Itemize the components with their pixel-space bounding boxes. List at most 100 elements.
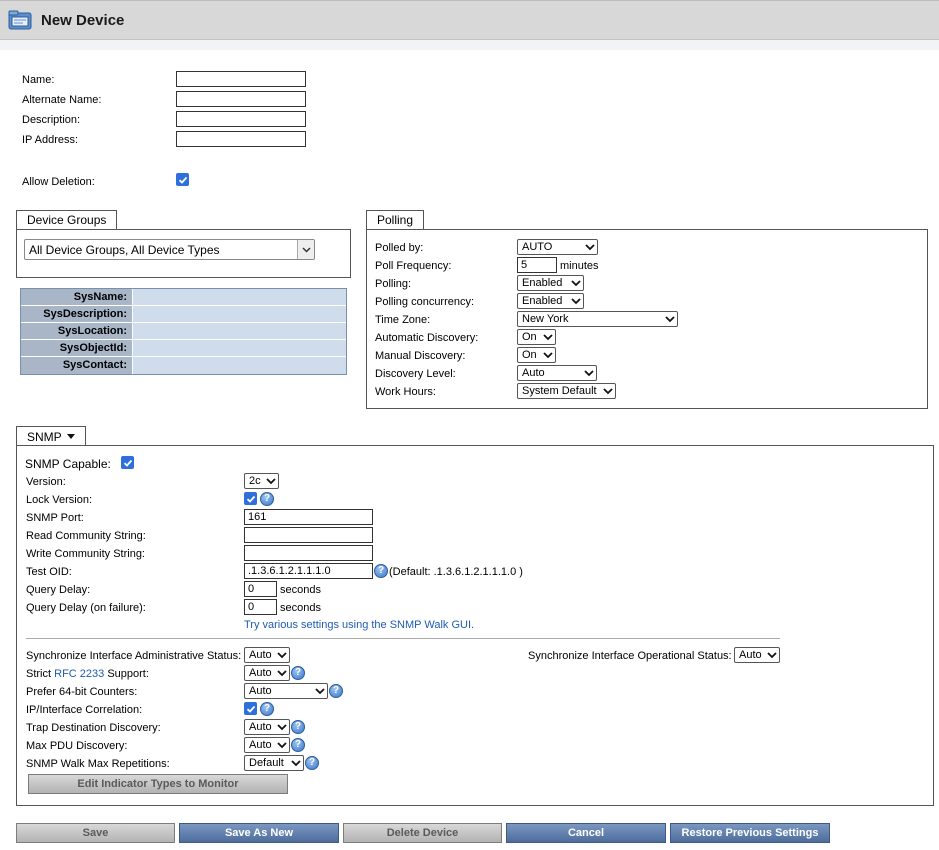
- sys-value: [133, 323, 346, 339]
- prefer-64bit-select[interactable]: Auto: [244, 683, 328, 699]
- help-icon[interactable]: ?: [291, 720, 305, 734]
- sys-value: [133, 357, 346, 374]
- table-row: SysName:: [21, 289, 346, 306]
- manual-discovery-label: Manual Discovery:: [375, 350, 466, 362]
- polling-concurrency-label: Polling concurrency:: [375, 296, 475, 308]
- snmp-capable-label: SNMP Capable:: [25, 457, 111, 471]
- polling-label: Polling:: [375, 278, 412, 290]
- device-groups-select[interactable]: All Device Groups, All Device Types: [24, 239, 315, 260]
- sync-admin-status-select[interactable]: Auto: [244, 647, 290, 663]
- table-row: SysObjectId:: [21, 340, 346, 357]
- chevron-down-icon: [277, 724, 287, 731]
- manual-discovery-select[interactable]: On: [517, 347, 556, 363]
- polled-by-select[interactable]: AUTO: [517, 239, 598, 255]
- restore-previous-settings-button[interactable]: Restore Previous Settings: [670, 823, 830, 843]
- query-delay-failure-input[interactable]: [244, 599, 277, 615]
- chevron-down-icon: [315, 688, 325, 695]
- chevron-down-icon: [543, 334, 553, 341]
- help-icon[interactable]: ?: [260, 492, 274, 506]
- alternate-name-input[interactable]: [176, 91, 306, 107]
- save-button[interactable]: Save: [16, 823, 175, 843]
- checkmark-icon: [123, 459, 132, 467]
- delete-device-button[interactable]: Delete Device: [343, 823, 502, 843]
- polling-concurrency-select[interactable]: Enabled: [517, 293, 584, 309]
- polling-value: Enabled: [522, 277, 563, 289]
- table-row: SysDescription:: [21, 306, 346, 323]
- caret-down-icon: [66, 433, 75, 439]
- discovery-level-select[interactable]: Auto: [517, 365, 597, 381]
- snmp-walk-link[interactable]: Try various settings using the SNMP Walk…: [244, 618, 474, 632]
- help-icon[interactable]: ?: [291, 666, 305, 680]
- help-icon[interactable]: ?: [260, 702, 274, 716]
- allow-deletion-label: Allow Deletion:: [22, 176, 95, 188]
- ip-correlation-label: IP/Interface Correlation:: [26, 704, 143, 716]
- snmp-capable-checkbox[interactable]: [121, 456, 134, 469]
- version-select[interactable]: 2c: [244, 473, 279, 489]
- time-zone-select[interactable]: New York: [517, 311, 678, 327]
- description-label: Description:: [22, 114, 81, 126]
- poll-frequency-unit: minutes: [560, 260, 599, 272]
- allow-deletion-checkbox[interactable]: [176, 173, 189, 186]
- max-pdu-value: Auto: [249, 739, 272, 751]
- walk-max-repetitions-select[interactable]: Default: [244, 755, 304, 771]
- edit-indicator-types-button[interactable]: Edit Indicator Types to Monitor: [28, 774, 288, 794]
- work-hours-select[interactable]: System Default: [517, 383, 616, 399]
- time-zone-label: Time Zone:: [375, 314, 431, 326]
- tab-snmp-label: SNMP: [27, 429, 62, 444]
- work-hours-label: Work Hours:: [375, 386, 436, 398]
- snmp-panel: [16, 445, 934, 806]
- walk-max-repetitions-value: Default: [249, 757, 284, 769]
- checkmark-icon: [246, 495, 255, 503]
- sync-admin-status-label: Synchronize Interface Administrative Sta…: [26, 650, 242, 662]
- automatic-discovery-value: On: [522, 331, 537, 343]
- ip-correlation-checkbox[interactable]: [244, 702, 257, 715]
- poll-frequency-input[interactable]: [517, 257, 557, 273]
- save-as-new-button[interactable]: Save As New: [179, 823, 339, 843]
- strict-rfc-select[interactable]: Auto: [244, 665, 290, 681]
- lock-version-checkbox[interactable]: [244, 492, 257, 505]
- write-community-input[interactable]: [244, 545, 373, 561]
- device-groups-select-value: All Device Groups, All Device Types: [29, 242, 220, 257]
- polling-concurrency-value: Enabled: [522, 295, 563, 307]
- test-oid-input[interactable]: [244, 563, 373, 579]
- chevron-down-icon: [277, 742, 287, 749]
- section-divider: [26, 638, 780, 639]
- strict-rfc-label: Strict RFC 2233 Support:: [26, 667, 149, 681]
- ip-address-label: IP Address:: [22, 134, 79, 146]
- title-bar: [0, 0, 939, 40]
- automatic-discovery-select[interactable]: On: [517, 329, 556, 345]
- max-pdu-select[interactable]: Auto: [244, 737, 290, 753]
- time-zone-value: New York: [522, 313, 569, 325]
- description-input[interactable]: [176, 111, 306, 127]
- rfc-2233-link[interactable]: RFC 2233: [54, 668, 104, 680]
- help-icon[interactable]: ?: [329, 684, 343, 698]
- version-value: 2c: [249, 475, 261, 487]
- help-icon[interactable]: ?: [291, 738, 305, 752]
- chevron-down-icon: [665, 316, 675, 323]
- tab-device-groups[interactable]: Device Groups: [16, 210, 118, 229]
- sys-value: [133, 340, 346, 356]
- tab-snmp[interactable]: SNMP: [16, 426, 86, 446]
- trap-destination-label: Trap Destination Discovery:: [26, 722, 161, 734]
- sync-admin-status-value: Auto: [249, 649, 272, 661]
- read-community-input[interactable]: [244, 527, 373, 543]
- query-delay-unit: seconds: [280, 584, 321, 596]
- sys-key: SysName:: [21, 289, 133, 305]
- polling-select[interactable]: Enabled: [517, 275, 584, 291]
- trap-destination-select[interactable]: Auto: [244, 719, 290, 735]
- name-input[interactable]: [176, 71, 306, 87]
- snmp-port-input[interactable]: [244, 509, 373, 525]
- strict-rfc-suffix: Support:: [104, 668, 149, 680]
- tab-polling[interactable]: Polling: [366, 210, 425, 229]
- cancel-button[interactable]: Cancel: [506, 823, 666, 843]
- help-icon[interactable]: ?: [305, 756, 319, 770]
- help-icon[interactable]: ?: [374, 564, 388, 578]
- query-delay-input[interactable]: [244, 581, 277, 597]
- ip-address-input[interactable]: [176, 131, 306, 147]
- lock-version-label: Lock Version:: [26, 494, 93, 506]
- alternate-name-label: Alternate Name:: [22, 94, 102, 106]
- prefer-64bit-value: Auto: [249, 685, 272, 697]
- discovery-level-value: Auto: [522, 367, 545, 379]
- sync-oper-status-select[interactable]: Auto: [734, 647, 780, 663]
- title-bar-shadow: [0, 40, 939, 50]
